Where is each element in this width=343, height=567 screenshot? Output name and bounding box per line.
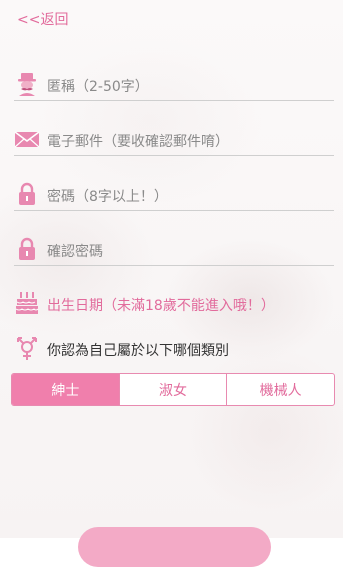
gender-option-gentleman[interactable]: 紳士: [12, 374, 120, 405]
gender-question-row: 你認為自己屬於以下哪個類別: [14, 335, 334, 363]
gentleman-icon: [14, 72, 40, 96]
gender-segmented-control: 紳士 淑女 機械人: [11, 373, 335, 406]
gender-option-robot[interactable]: 機械人: [227, 374, 334, 405]
lock-icon: [14, 182, 40, 206]
birthday-label[interactable]: 出生日期（未滿18歲不能進入哦！）: [47, 295, 275, 315]
envelope-icon: [14, 127, 40, 151]
nickname-field: [14, 70, 334, 101]
password-field: [14, 180, 334, 211]
submit-button[interactable]: [78, 527, 271, 567]
confirm-password-input[interactable]: [47, 241, 327, 263]
password-input[interactable]: [47, 186, 327, 208]
lock-icon: [14, 237, 40, 261]
birthday-row[interactable]: 出生日期（未滿18歲不能進入哦！）: [14, 288, 334, 318]
cake-icon: [14, 290, 40, 316]
email-field: [14, 125, 334, 156]
email-input[interactable]: [47, 131, 327, 153]
gender-option-lady[interactable]: 淑女: [120, 374, 228, 405]
confirm-password-field: [14, 235, 334, 266]
gender-question-label: 你認為自己屬於以下哪個類別: [47, 343, 229, 359]
nickname-input[interactable]: [47, 76, 327, 98]
gender-icon: [14, 335, 40, 361]
back-link[interactable]: <<返回: [17, 9, 68, 29]
